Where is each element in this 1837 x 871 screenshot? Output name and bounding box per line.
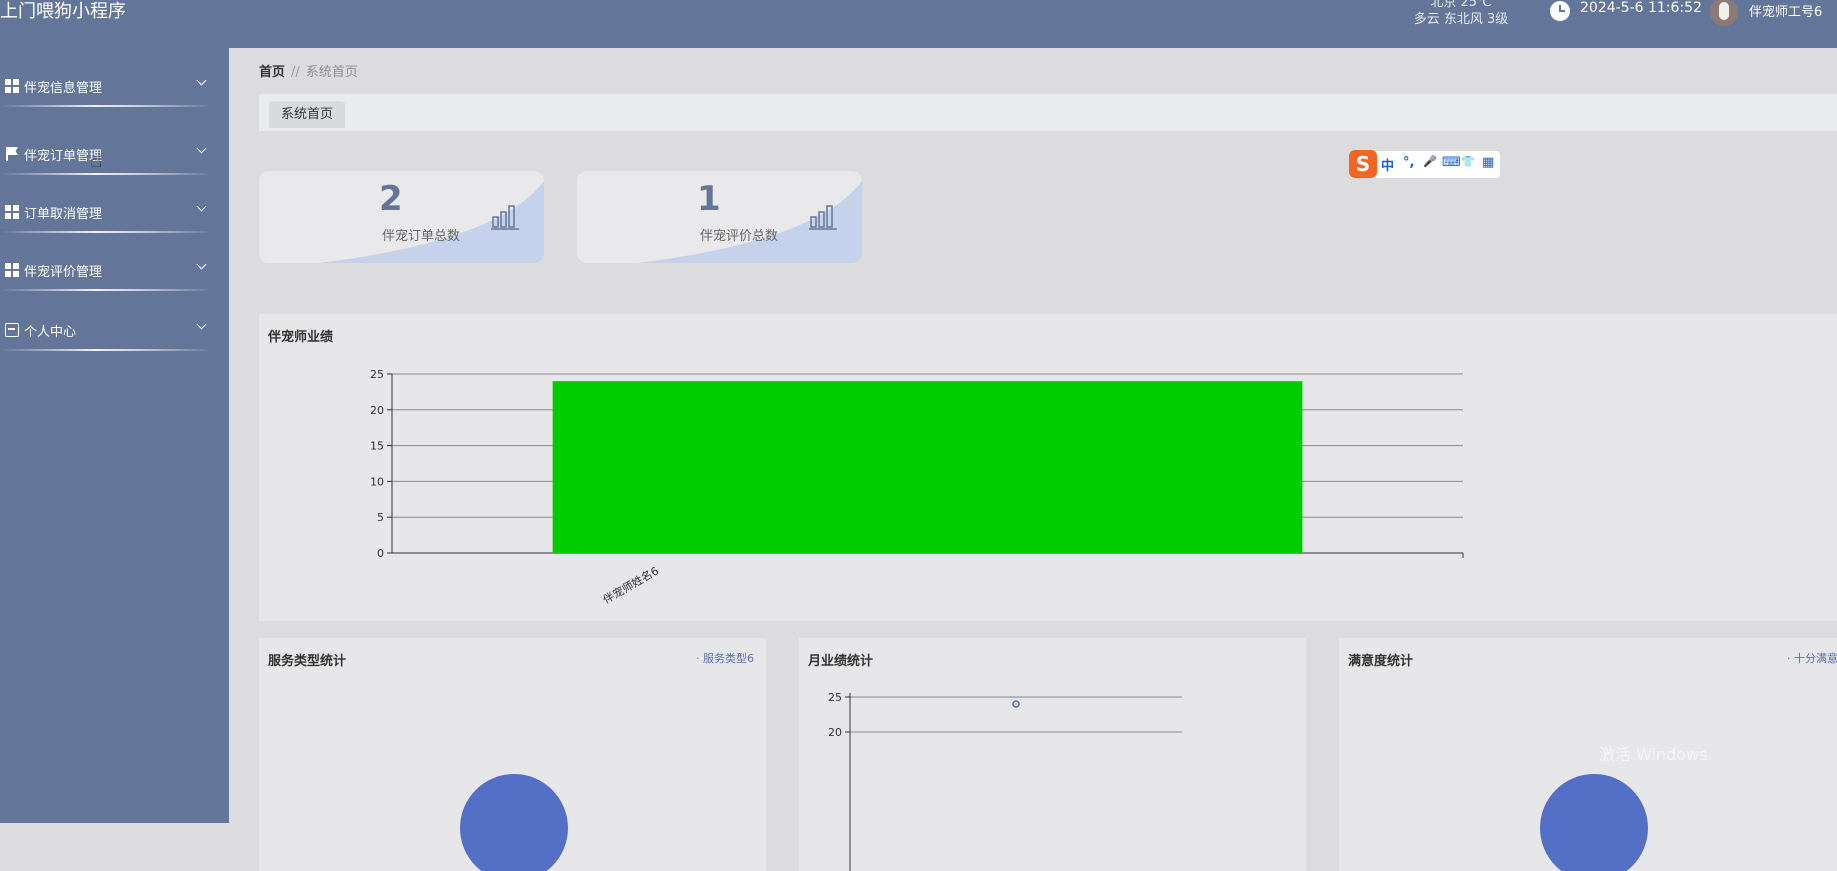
chevron-down-icon	[197, 321, 207, 331]
app-title: 上门喂狗小程序	[0, 1, 126, 22]
y-tick-label: 15	[370, 440, 384, 453]
satisfaction-panel: 满意度统计 十分满意 激活 Windows	[1339, 638, 1837, 871]
chevron-down-icon	[197, 261, 207, 271]
ime-chinese-mode[interactable]: 中	[1381, 155, 1394, 174]
ime-toolbar: S 中 °, 🎤 ⌨ 👕 ▦	[1349, 150, 1500, 178]
grid-icon	[5, 205, 19, 219]
menu-divider	[4, 173, 208, 175]
y-tick-label: 20	[828, 726, 842, 739]
satisfaction-pie-chart	[1540, 774, 1648, 871]
main-content: 首页//系统首页 系统首页 2 伴宠订单总数 1 伴宠评价总数 伴宠师业绩 0 …	[229, 48, 1837, 871]
data-point	[1012, 700, 1020, 708]
chevron-down-icon	[197, 145, 207, 155]
y-tick-label: 10	[370, 475, 384, 488]
keyboard-icon[interactable]: ⌨	[1442, 155, 1461, 170]
chevron-down-icon	[197, 203, 207, 213]
username[interactable]: 伴宠师工号6	[1749, 1, 1822, 20]
menu-divider	[4, 105, 208, 107]
top-bar: 上门喂狗小程序 北京 25℃ 多云 东北风 3级 2024-5-6 11:6:5…	[0, 0, 1837, 48]
skin-shirt-icon[interactable]: 👕	[1461, 155, 1475, 168]
y-tick-label: 5	[377, 511, 384, 524]
performance-bar-chart: 0 5 10 15 20 25 伴宠师姓名6	[370, 368, 1464, 607]
sidebar-item-personal-center[interactable]: 个人中心	[0, 310, 229, 351]
stat-value: 1	[697, 179, 721, 219]
stat-label: 伴宠评价总数	[700, 229, 779, 244]
sidebar-item-label: 伴宠评价管理	[24, 265, 103, 280]
sidebar-item-order-cancel[interactable]: 订单取消管理	[0, 192, 229, 233]
y-tick-label: 25	[828, 691, 842, 704]
weather-condition: 多云 东北风 3级	[1413, 12, 1509, 27]
menu-divider	[4, 289, 208, 291]
performance-chart-panel: 伴宠师业绩 0 5 10 15 20 25 伴宠师姓名6	[259, 314, 1837, 621]
monthly-line-chart: 2025	[828, 691, 1182, 871]
service-type-panel: 服务类型统计 服务类型6	[259, 638, 766, 871]
breadcrumb: 首页 // 系统首页	[259, 61, 358, 80]
breadcrumb-home[interactable]: 首页	[259, 65, 285, 80]
windows-activation-watermark: 激活 Windows	[1599, 745, 1708, 764]
sidebar-item-label: 个人中心	[24, 325, 77, 340]
tab-system-home[interactable]: 系统首页	[269, 101, 346, 128]
weather-city-temp: 北京 25℃	[1430, 0, 1492, 10]
profile-icon	[5, 323, 19, 337]
sogou-logo-icon[interactable]: S	[1349, 150, 1377, 178]
stat-label: 伴宠订单总数	[382, 229, 461, 244]
hand-cursor-icon: ☝	[90, 148, 103, 172]
flag-icon	[5, 147, 19, 161]
current-datetime: 2024-5-6 11:6:52	[1580, 0, 1702, 16]
user-avatar[interactable]	[1710, 0, 1738, 26]
sidebar-item-label: 伴宠信息管理	[24, 81, 103, 96]
y-tick-label: 25	[370, 368, 384, 381]
breadcrumb-current: 系统首页	[305, 65, 358, 80]
y-tick-label: 0	[377, 547, 384, 560]
stat-card-orders: 2 伴宠订单总数	[259, 171, 544, 263]
bar	[552, 381, 1303, 553]
ime-punctuation[interactable]: °,	[1403, 155, 1414, 170]
sidebar-item-pet-reviews[interactable]: 伴宠评价管理	[0, 250, 229, 291]
weather-widget: 北京 25℃ 多云 东北风 3级	[1396, 0, 1526, 28]
tab-bar: 系统首页	[259, 93, 1837, 131]
monthly-performance-panel: 月业绩统计 20 25	[799, 638, 1306, 871]
bar-chart-icon	[491, 205, 519, 230]
sidebar-item-pet-info[interactable]: 伴宠信息管理	[0, 66, 229, 107]
stat-card-reviews: 1 伴宠评价总数	[577, 171, 862, 263]
breadcrumb-separator: //	[291, 65, 300, 80]
bar-chart-icon	[809, 205, 837, 230]
x-tick-label: 伴宠师姓名6	[600, 563, 661, 606]
service-pie-chart	[460, 774, 568, 871]
stat-value: 2	[379, 179, 403, 219]
chevron-down-icon	[197, 77, 207, 87]
toolbox-icon[interactable]: ▦	[1482, 155, 1494, 170]
grid-icon	[5, 263, 19, 277]
microphone-icon[interactable]: 🎤	[1423, 155, 1437, 168]
y-tick-label: 20	[370, 404, 384, 417]
sidebar-item-label: 订单取消管理	[24, 207, 103, 222]
menu-divider	[4, 231, 208, 233]
menu-divider	[4, 349, 208, 351]
sidebar-item-pet-orders[interactable]: 伴宠订单管理	[0, 134, 229, 175]
sidebar: 伴宠信息管理 伴宠订单管理 订单取消管理 伴宠评价管理 个人中心 ☝	[0, 48, 229, 823]
grid-icon	[5, 79, 19, 93]
clock-icon	[1550, 1, 1570, 21]
